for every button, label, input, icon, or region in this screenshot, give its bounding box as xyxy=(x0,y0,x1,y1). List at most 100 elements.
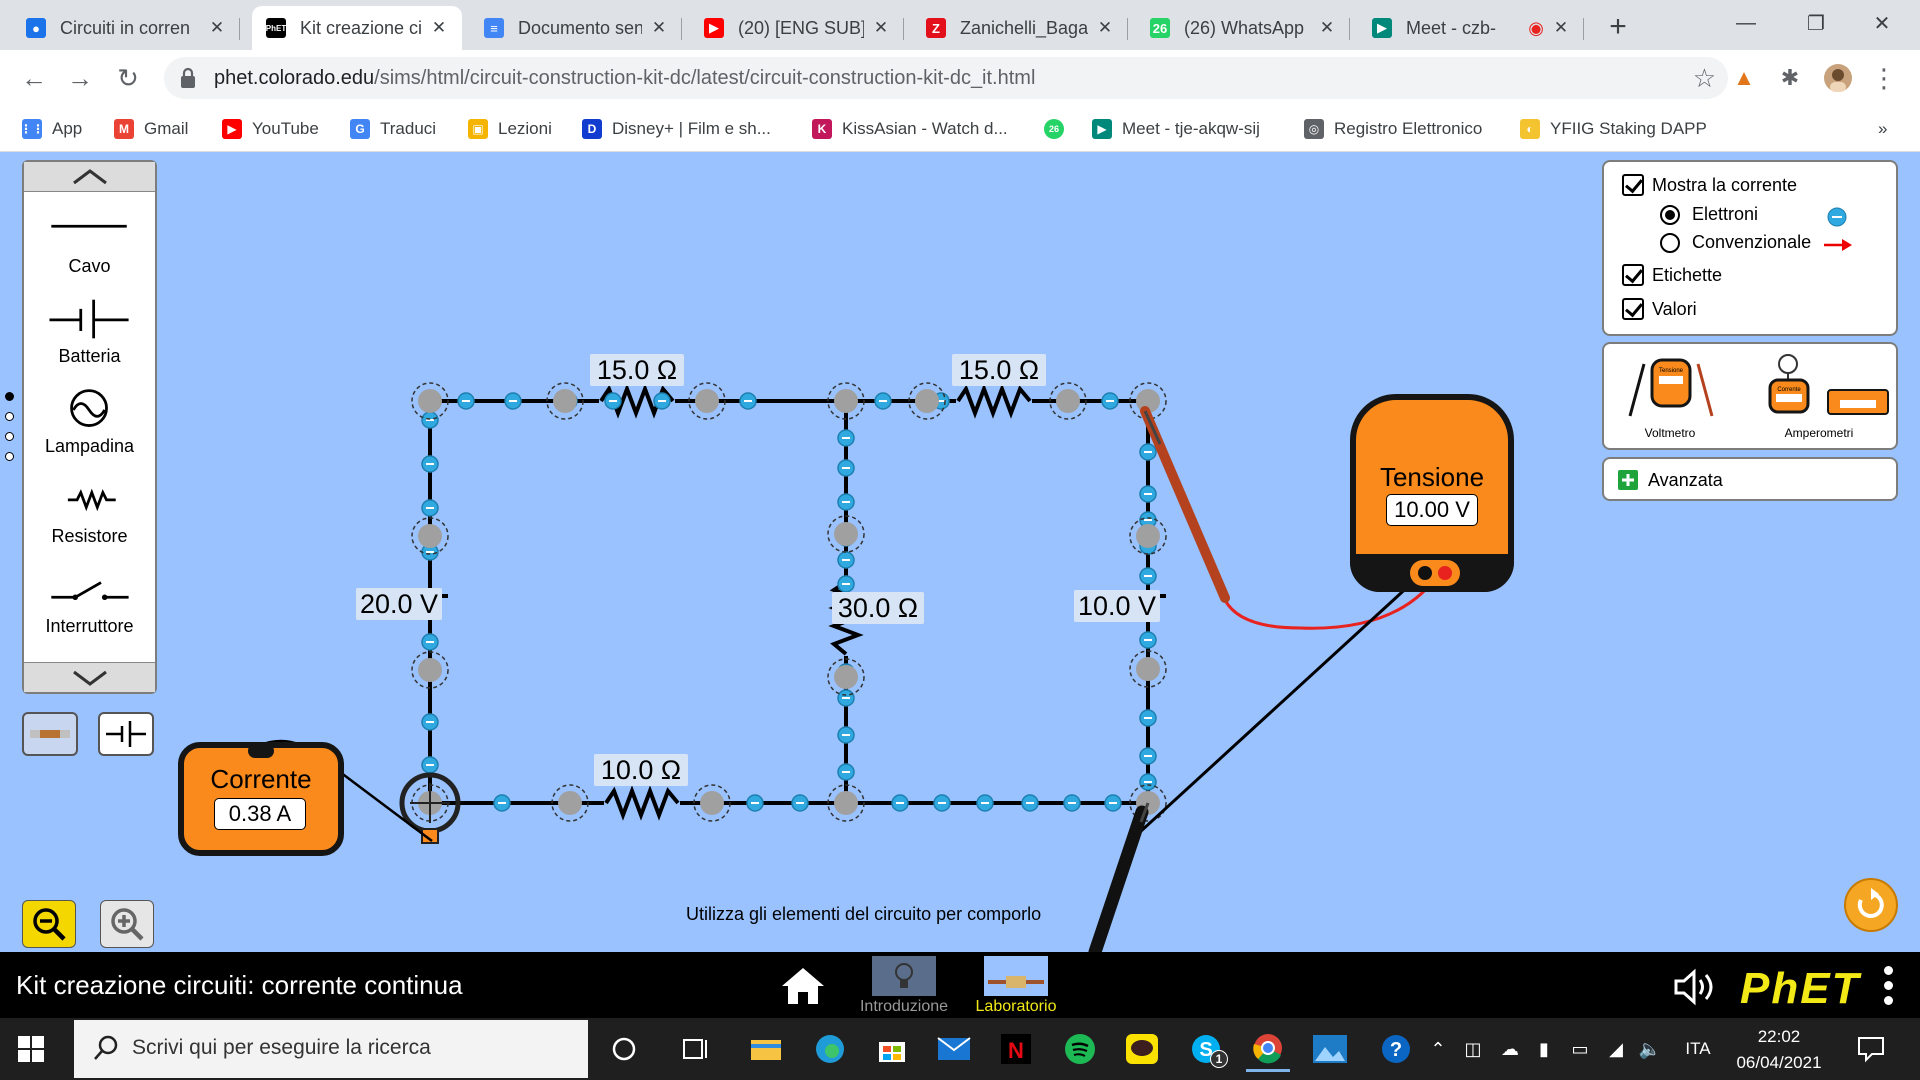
reload-button[interactable]: ↻ xyxy=(110,60,146,96)
spotify-icon[interactable] xyxy=(1058,1026,1102,1072)
bookmark-item[interactable]: ▶ YouTube xyxy=(222,116,319,142)
kakaotalk-icon[interactable] xyxy=(1120,1026,1164,1072)
extensions-puzzle-icon[interactable]: ✱ xyxy=(1774,62,1806,94)
electrons-radio[interactable]: Elettroni xyxy=(1660,204,1758,225)
phet-logo[interactable]: PhET xyxy=(1740,964,1860,1014)
screen-lab-button[interactable]: Laboratorio xyxy=(964,954,1074,1016)
junction-node[interactable] xyxy=(418,658,442,682)
screen-intro-button[interactable]: Introduzione xyxy=(852,954,962,1016)
bookmark-item[interactable]: ◎ Registro Elettronico xyxy=(1304,116,1482,142)
voltmeter[interactable]: Tensione 10.00 V xyxy=(1350,394,1514,592)
labels-checkbox[interactable]: Etichette xyxy=(1622,264,1722,286)
browser-tab[interactable]: ▶ Meet - czb- ◉ ✕ xyxy=(1358,6,1584,50)
task-view-icon[interactable] xyxy=(674,1026,718,1072)
black-probe-cable[interactable] xyxy=(1088,570,1426,952)
values-checkbox[interactable]: Valori xyxy=(1622,298,1697,320)
close-tab-icon[interactable]: ✕ xyxy=(1316,17,1338,39)
wifi-icon[interactable]: ◢ xyxy=(1604,1036,1628,1062)
bookmark-item[interactable]: ▣ Lezioni xyxy=(468,116,552,142)
junction-node[interactable] xyxy=(695,389,719,413)
help-icon[interactable]: ? xyxy=(1374,1026,1418,1072)
language-indicator[interactable]: ITA xyxy=(1680,1036,1716,1062)
toolbox-scroll-down-button[interactable] xyxy=(24,662,155,692)
browser-tab[interactable]: PhET Kit creazione cir ✕ xyxy=(252,6,462,50)
browser-tab[interactable]: ≡ Documento sen ✕ xyxy=(470,6,682,50)
ammeter[interactable]: Corrente 0.38 A xyxy=(178,742,344,856)
microsoft-store-icon[interactable] xyxy=(870,1026,914,1072)
close-tab-icon[interactable]: ✕ xyxy=(428,17,450,39)
junction-node[interactable] xyxy=(915,389,939,413)
browser-tab[interactable]: ▶ (20) [ENG SUB] [✕ xyxy=(690,6,904,50)
cortana-icon[interactable] xyxy=(602,1026,646,1072)
tray-expand-icon[interactable]: ⌃ xyxy=(1428,1036,1448,1062)
close-tab-icon[interactable]: ✕ xyxy=(1550,17,1572,39)
forward-button[interactable]: → xyxy=(62,60,98,96)
bookmark-item[interactable]: ▶ Meet - tje-akqw-sij xyxy=(1092,116,1260,142)
volume-icon[interactable]: 🔈 xyxy=(1638,1036,1662,1062)
windows-start-icon[interactable] xyxy=(18,1036,44,1062)
bookmark-item[interactable]: ⋮⋮ App xyxy=(20,116,82,142)
junction-node[interactable] xyxy=(1056,389,1080,413)
junction-node[interactable] xyxy=(834,665,858,689)
bookmark-item[interactable]: G Traduci xyxy=(350,116,436,142)
profile-avatar[interactable] xyxy=(1822,62,1854,94)
taskbar-search-box[interactable]: Scrivi qui per eseguire la ricerca xyxy=(74,1020,588,1078)
bookmark-item[interactable]: ◐ YFIIG Staking DAPP xyxy=(1520,116,1707,142)
junction-node[interactable] xyxy=(1136,524,1160,548)
taskbar-clock[interactable]: 22:02 06/04/2021 xyxy=(1724,1024,1834,1076)
toolbox-item[interactable]: Batteria xyxy=(24,294,155,374)
zoom-out-button[interactable] xyxy=(22,900,76,948)
browser-tab[interactable]: ● Circuiti in corren ✕ xyxy=(12,6,240,50)
meet-now-icon[interactable]: ◫ xyxy=(1462,1036,1484,1062)
junction-node[interactable] xyxy=(700,791,724,815)
metamask-icon[interactable]: ▲ xyxy=(1728,62,1760,94)
unused[interactable] xyxy=(1196,580,1293,642)
file-explorer-icon[interactable] xyxy=(744,1026,788,1072)
notifications-icon[interactable] xyxy=(1856,1034,1886,1064)
bookmarks-overflow-button[interactable]: » xyxy=(1878,116,1887,142)
new-tab-button[interactable]: + xyxy=(1600,10,1636,44)
toolbox-item[interactable]: Resistore xyxy=(24,474,155,554)
junction-node[interactable] xyxy=(558,791,582,815)
onedrive-icon[interactable]: ☁ xyxy=(1496,1036,1524,1062)
junction-node[interactable] xyxy=(1136,657,1160,681)
browser-tab[interactable]: Z Zanichelli_Bagat ✕ xyxy=(912,6,1128,50)
skype-icon[interactable]: S 1 xyxy=(1184,1026,1228,1072)
ammeter-tool[interactable]: Corrente Amperometri xyxy=(1744,350,1894,446)
browser-menu-icon[interactable]: ⋮ xyxy=(1868,62,1900,94)
photos-icon[interactable] xyxy=(1308,1026,1352,1072)
toolbox-item[interactable]: Interruttore xyxy=(24,564,155,644)
bookmark-item[interactable]: M Gmail xyxy=(114,116,188,142)
phet-sim-area[interactable]: 15.0 Ω 15.0 Ω 10.0 Ω 30.0 Ω 20.0 V 10.0 V Cav… xyxy=(0,152,1920,952)
bookmark-item[interactable]: 26 xyxy=(1044,116,1074,142)
edge-icon[interactable] xyxy=(808,1026,852,1072)
toolbox-item[interactable]: Lampadina xyxy=(24,384,155,464)
address-bar[interactable]: phet.colorado.edu/sims/html/circuit-cons… xyxy=(164,57,1728,99)
close-window-icon[interactable]: ✕ xyxy=(1862,8,1902,38)
restore-window-icon[interactable]: ❐ xyxy=(1796,8,1836,38)
bookmark-star-icon[interactable]: ☆ xyxy=(1693,63,1716,94)
sound-on-icon[interactable] xyxy=(1672,968,1720,1006)
home-icon[interactable] xyxy=(780,966,826,1006)
voltmeter-tool[interactable]: Tensione Voltmetro xyxy=(1620,350,1720,446)
bookmark-item[interactable]: K KissAsian - Watch d... xyxy=(812,116,1008,142)
junction-node[interactable] xyxy=(418,389,442,413)
microphone-icon[interactable]: ▮ xyxy=(1534,1036,1554,1062)
advanced-accordion[interactable]: Avanzata xyxy=(1602,457,1898,501)
close-tab-icon[interactable]: ✕ xyxy=(870,17,892,39)
reset-all-button[interactable] xyxy=(1844,878,1898,932)
show-current-checkbox[interactable]: Mostra la corrente xyxy=(1622,174,1797,196)
battery-tray-icon[interactable]: ▭ xyxy=(1568,1036,1592,1062)
minimize-window-icon[interactable]: — xyxy=(1726,8,1766,38)
phet-menu-icon[interactable] xyxy=(1884,966,1894,1006)
junction-node[interactable] xyxy=(553,389,577,413)
close-tab-icon[interactable]: ✕ xyxy=(648,17,670,39)
zoom-in-button[interactable] xyxy=(100,900,154,948)
realistic-wire-view-button[interactable] xyxy=(22,712,78,756)
toolbox-item[interactable]: Cavo xyxy=(24,204,155,284)
conventional-radio[interactable]: Convenzionale xyxy=(1660,232,1811,253)
mail-icon[interactable] xyxy=(932,1026,976,1072)
schematic-view-button[interactable] xyxy=(98,712,154,756)
junction-node[interactable] xyxy=(834,791,858,815)
junction-node[interactable] xyxy=(418,524,442,548)
